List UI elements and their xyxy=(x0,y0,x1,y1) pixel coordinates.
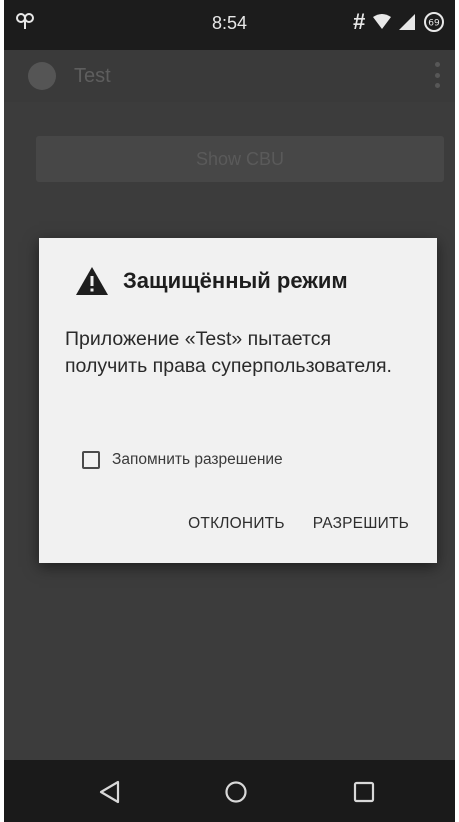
battery-icon: 69 xyxy=(424,12,444,32)
phone-screen: 8:54 # 69 Test Show CBU Защищённый режим… xyxy=(4,0,455,822)
navigation-bar xyxy=(4,760,455,822)
dialog-message: Приложение «Test» пытается получить прав… xyxy=(65,328,392,377)
warning-icon xyxy=(76,267,108,295)
wifi-icon xyxy=(373,14,391,29)
remember-checkbox[interactable] xyxy=(82,451,100,469)
recent-apps-icon[interactable] xyxy=(350,779,378,805)
app-bar: Test xyxy=(4,50,455,102)
dialog-title: Защищённый режим xyxy=(75,266,348,296)
remember-label[interactable]: Запомнить разрешение xyxy=(112,451,283,469)
status-bar: 8:54 # 69 xyxy=(4,0,455,50)
app-icon xyxy=(28,62,56,90)
dialog-actions: ОТКЛОНИТЬ РАЗРЕШИТЬ xyxy=(188,515,409,533)
app-title: Test xyxy=(74,65,111,87)
superuser-dialog: Защищённый режим Приложение «Test» пытае… xyxy=(39,238,437,563)
remember-permission-row[interactable]: Запомнить разрешение xyxy=(82,451,283,469)
overflow-menu-icon[interactable] xyxy=(435,62,441,88)
dialog-title-text: Защищённый режим xyxy=(123,268,348,293)
status-icons: # 69 xyxy=(353,10,445,34)
battery-level: 69 xyxy=(428,19,440,29)
home-icon[interactable] xyxy=(222,779,250,805)
back-icon[interactable] xyxy=(96,779,124,805)
cell-signal-icon xyxy=(399,14,415,30)
deny-button[interactable]: ОТКЛОНИТЬ xyxy=(188,515,285,533)
hash-icon: # xyxy=(352,9,365,34)
show-cbu-button: Show CBU xyxy=(36,136,444,182)
allow-button[interactable]: РАЗРЕШИТЬ xyxy=(313,515,409,533)
